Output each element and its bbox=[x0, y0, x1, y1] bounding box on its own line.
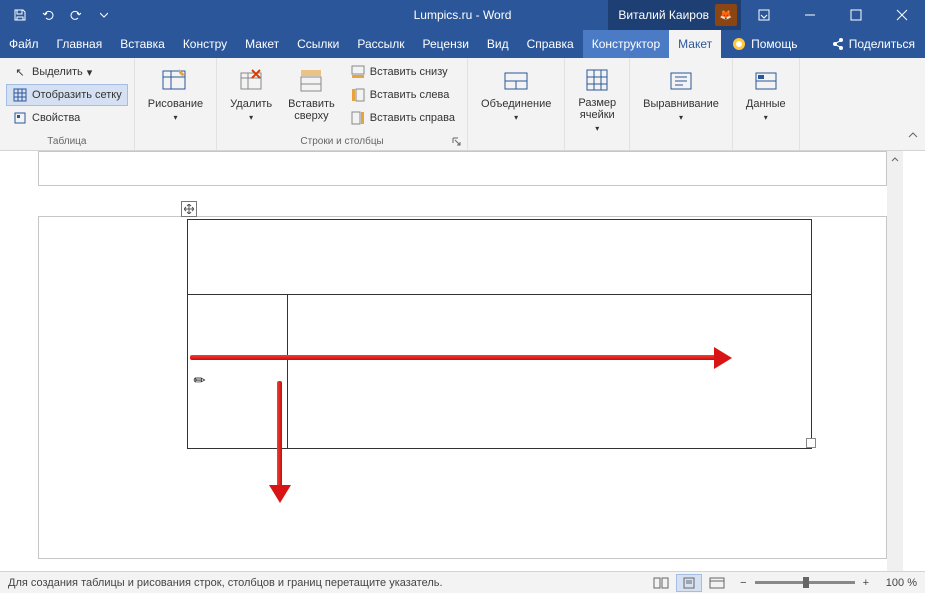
ribbon-options-button[interactable] bbox=[741, 0, 787, 30]
tab-insert[interactable]: Вставка bbox=[111, 30, 174, 58]
close-button[interactable] bbox=[879, 0, 925, 30]
table-resize-handle[interactable] bbox=[806, 438, 816, 448]
tab-references[interactable]: Ссылки bbox=[288, 30, 348, 58]
share-label: Поделиться bbox=[849, 37, 915, 51]
properties-icon bbox=[12, 110, 28, 126]
insert-right-button[interactable]: Вставить справа bbox=[344, 107, 461, 129]
annotation-arrow-horizontal bbox=[190, 353, 730, 363]
tab-file[interactable]: Файл bbox=[0, 30, 48, 58]
alignment-icon bbox=[665, 66, 697, 95]
tab-help[interactable]: Справка bbox=[518, 30, 583, 58]
zoom-out-button[interactable]: − bbox=[740, 577, 746, 589]
table-move-handle[interactable] bbox=[181, 201, 197, 217]
merge-button[interactable]: Объединение ▾ bbox=[474, 61, 558, 127]
zoom-slider-thumb[interactable] bbox=[803, 577, 809, 588]
previous-page-edge bbox=[38, 151, 887, 186]
cell-size-icon bbox=[581, 66, 613, 94]
data-icon bbox=[750, 66, 782, 95]
chevron-down-icon: ▾ bbox=[173, 113, 177, 122]
group-alignment: Выравнивание ▾ bbox=[630, 58, 733, 150]
document-title: Lumpics.ru - Word bbox=[414, 8, 512, 22]
tab-layout[interactable]: Макет bbox=[236, 30, 288, 58]
chevron-down-icon: ▾ bbox=[87, 66, 93, 79]
group-rows-columns: Удалить ▾ Вставить сверху Вставить снизу… bbox=[217, 58, 468, 150]
tell-me-button[interactable]: Помощь bbox=[721, 30, 807, 58]
group-table-label: Таблица bbox=[0, 136, 134, 147]
zoom-level[interactable]: 100 % bbox=[877, 577, 917, 589]
insert-below-button[interactable]: Вставить снизу bbox=[344, 61, 461, 83]
group-cell-size: Размер ячейки ▾ bbox=[565, 58, 630, 150]
insert-below-icon bbox=[350, 64, 366, 80]
view-mode-buttons bbox=[648, 574, 730, 592]
tab-home[interactable]: Главная bbox=[48, 30, 112, 58]
tab-review[interactable]: Рецензи bbox=[414, 30, 478, 58]
chevron-down-icon: ▾ bbox=[249, 113, 253, 122]
properties-button[interactable]: Свойства bbox=[6, 107, 128, 129]
tab-design[interactable]: Констру bbox=[174, 30, 236, 58]
grid-icon bbox=[12, 87, 28, 103]
annotation-arrow-vertical bbox=[275, 381, 285, 501]
insert-left-button[interactable]: Вставить слева bbox=[344, 84, 461, 106]
merge-icon bbox=[500, 66, 532, 95]
zoom-in-button[interactable]: + bbox=[863, 577, 869, 589]
chevron-down-icon: ▾ bbox=[764, 113, 768, 122]
quick-access-toolbar bbox=[0, 3, 116, 27]
delete-icon bbox=[235, 66, 267, 95]
tab-table-layout[interactable]: Макет bbox=[669, 30, 721, 58]
tell-me-label: Помощь bbox=[751, 37, 797, 51]
user-avatar-icon: 🦊 bbox=[715, 4, 737, 26]
ribbon: ↖Выделить▾ Отобразить сетку Свойства Таб… bbox=[0, 58, 925, 151]
undo-button[interactable] bbox=[36, 3, 60, 27]
zoom-controls: − + 100 % bbox=[740, 577, 917, 589]
user-account[interactable]: Виталий Каиров 🦊 bbox=[608, 0, 741, 30]
group-merge: Объединение ▾ bbox=[468, 58, 565, 150]
maximize-button[interactable] bbox=[833, 0, 879, 30]
user-name: Виталий Каиров bbox=[618, 8, 709, 22]
print-layout-button[interactable] bbox=[676, 574, 702, 592]
insert-above-button[interactable]: Вставить сверху bbox=[281, 61, 342, 127]
cell-size-button[interactable]: Размер ячейки ▾ bbox=[571, 61, 623, 127]
insert-left-icon bbox=[350, 87, 366, 103]
redo-button[interactable] bbox=[64, 3, 88, 27]
tab-table-design[interactable]: Конструктор bbox=[583, 30, 669, 58]
document-area: ✎ bbox=[0, 151, 925, 571]
tab-mailings[interactable]: Рассылк bbox=[348, 30, 413, 58]
save-button[interactable] bbox=[8, 3, 32, 27]
dialog-launcher-icon[interactable] bbox=[452, 134, 464, 146]
group-table: ↖Выделить▾ Отобразить сетку Свойства Таб… bbox=[0, 58, 135, 150]
chevron-down-icon: ▾ bbox=[514, 113, 518, 122]
window-controls bbox=[741, 0, 925, 30]
chevron-down-icon: ▾ bbox=[679, 113, 683, 122]
data-button[interactable]: Данные ▾ bbox=[739, 61, 793, 127]
alignment-button[interactable]: Выравнивание ▾ bbox=[636, 61, 726, 127]
group-data: Данные ▾ bbox=[733, 58, 800, 150]
statusbar: Для создания таблицы и рисования строк, … bbox=[0, 571, 925, 593]
titlebar: Lumpics.ru - Word Виталий Каиров 🦊 bbox=[0, 0, 925, 30]
read-mode-button[interactable] bbox=[648, 574, 674, 592]
chevron-down-icon: ▾ bbox=[595, 124, 599, 133]
minimize-button[interactable] bbox=[787, 0, 833, 30]
delete-button[interactable]: Удалить ▾ bbox=[223, 61, 279, 127]
draw-table-icon bbox=[159, 66, 191, 95]
zoom-slider[interactable] bbox=[755, 581, 855, 584]
collapse-ribbon-icon[interactable] bbox=[907, 128, 919, 146]
vertical-scrollbar[interactable] bbox=[887, 151, 903, 571]
tab-view[interactable]: Вид bbox=[478, 30, 518, 58]
select-button[interactable]: ↖Выделить▾ bbox=[6, 61, 128, 83]
ribbon-tabs: Файл Главная Вставка Констру Макет Ссылк… bbox=[0, 30, 925, 58]
status-message: Для создания таблицы и рисования строк, … bbox=[8, 577, 648, 589]
insert-above-icon bbox=[295, 66, 327, 95]
page[interactable]: ✎ bbox=[38, 216, 887, 559]
group-rows-cols-label: Строки и столбцы bbox=[217, 136, 467, 147]
cursor-icon: ↖ bbox=[12, 64, 28, 80]
view-gridlines-button[interactable]: Отобразить сетку bbox=[6, 84, 128, 106]
scroll-up-icon[interactable] bbox=[887, 151, 903, 167]
share-button[interactable]: Поделиться bbox=[821, 30, 925, 58]
group-draw: Рисование ▾ bbox=[135, 58, 217, 150]
insert-right-icon bbox=[350, 110, 366, 126]
qat-customize-icon[interactable] bbox=[92, 3, 116, 27]
web-layout-button[interactable] bbox=[704, 574, 730, 592]
draw-table-button[interactable]: Рисование ▾ bbox=[141, 61, 210, 127]
